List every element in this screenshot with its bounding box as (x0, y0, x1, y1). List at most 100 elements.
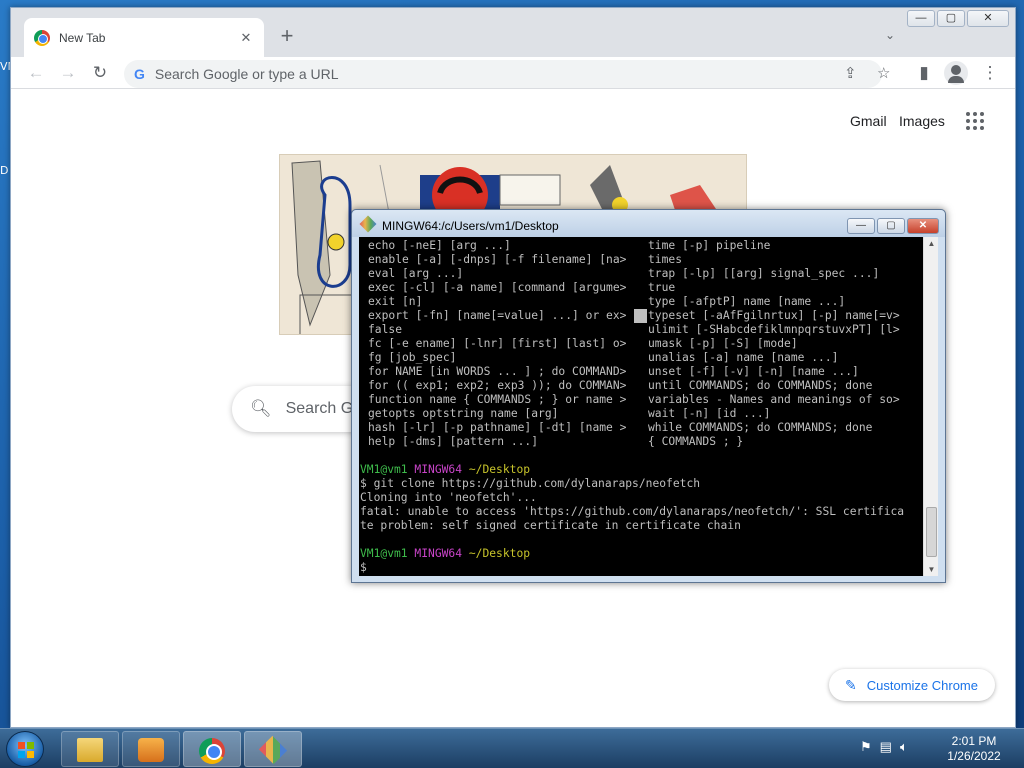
share-icon[interactable]: ⇪ (844, 64, 857, 82)
forward-icon[interactable]: → (57, 62, 79, 84)
scroll-up-icon[interactable]: ▲ (924, 239, 939, 248)
help-entry: type [-afptP] name [name ...] (648, 295, 846, 308)
help-right-column: time [-p] pipeline times trap [-lp] [[arg]… (648, 239, 900, 449)
help-entry: times (648, 253, 683, 266)
output-line: fatal: unable to access 'https://github.… (360, 505, 905, 518)
scrollbar-thumb[interactable] (926, 507, 937, 557)
maximize-button[interactable]: ▢ (937, 10, 965, 27)
google-apps-icon[interactable] (966, 112, 984, 130)
address-bar-placeholder: Search Google or type a URL (154, 66, 339, 82)
help-entry: unset [-f] [-v] [-n] [name ...] (648, 365, 859, 378)
taskbar-clock[interactable]: 2:01 PM 1/26/2022 (936, 734, 1012, 764)
minimize-button[interactable]: — (907, 10, 935, 27)
terminal-screen[interactable]: echo [-neE] [arg ...] enable [-a] [-dnps]… (359, 237, 928, 576)
terminal-window-controls: — ▢ ✕ (847, 218, 939, 234)
help-entry: trap [-lp] [[arg] signal_spec ...] (648, 267, 880, 280)
help-entry: while COMMANDS; do COMMANDS; done (648, 421, 873, 434)
help-entry: time [-p] pipeline (648, 239, 771, 252)
new-tab-button[interactable]: + (275, 24, 299, 48)
terminal-cursor-block (634, 309, 647, 323)
taskbar-explorer[interactable] (61, 731, 119, 767)
volume-icon[interactable]: 🔈︎ (900, 739, 908, 755)
help-entry: hash [-lr] [-p pathname] [-dt] [name > (368, 421, 627, 434)
chrome-icon (199, 738, 225, 764)
help-entry: ulimit [-SHabcdefiklmnpqrstuvxPT] [l> (648, 323, 900, 336)
clock-date: 1/26/2022 (947, 749, 1001, 763)
start-button[interactable] (6, 731, 44, 767)
network-icon[interactable]: ▤ (880, 739, 892, 755)
terminal-close-button[interactable]: ✕ (907, 218, 939, 234)
address-bar[interactable]: G Search Google or type a URL ⇪ ☆ (124, 60, 890, 88)
prompt-dir: ~/Desktop (468, 463, 531, 476)
tab-close-icon[interactable]: ✕ (238, 30, 254, 46)
side-panel-icon[interactable]: ▮ (913, 62, 935, 84)
help-entry: unalias [-a] name [name ...] (648, 351, 839, 364)
help-entry: until COMMANDS; do COMMANDS; done (648, 379, 873, 392)
help-entry: getopts optstring name [arg] (368, 407, 559, 420)
pencil-icon: ✎ (845, 676, 857, 693)
help-entry: true (648, 281, 676, 294)
terminal-title: MINGW64:/c/Users/vm1/Desktop (382, 219, 559, 233)
help-entry: echo [-neE] [arg ...] (368, 239, 511, 252)
desktop-icon-label[interactable]: D (0, 164, 8, 177)
action-center-flag-icon[interactable]: ⚑ (860, 739, 872, 755)
clock-time: 2:01 PM (951, 734, 997, 748)
terminal-scrollbar[interactable]: ▲ ▼ (923, 237, 938, 576)
bookmark-star-icon[interactable]: ☆ (877, 64, 890, 82)
git-bash-icon (258, 735, 288, 765)
folder-icon (77, 738, 103, 762)
taskbar: ⚑ ▤ 🔈︎ 2:01 PM 1/26/2022 (0, 728, 1024, 768)
help-entry: fc [-e ename] [-lnr] [first] [last] o> (368, 337, 627, 350)
tab-search-chevron-icon[interactable]: ⌄ (885, 28, 895, 42)
help-entry: function name { COMMANDS ; } or name > (368, 393, 627, 406)
images-link[interactable]: Images (899, 113, 945, 129)
search-icon: 🔍︎ (250, 399, 272, 418)
help-entry: help [-dms] [pattern ...] (368, 435, 539, 448)
help-entry: for NAME [in WORDS ... ] ; do COMMAND> (368, 365, 627, 378)
terminal-title-bar[interactable]: MINGW64:/c/Users/vm1/Desktop — ▢ ✕ (352, 210, 945, 237)
window-controls: — ▢ ✕ (907, 10, 1009, 27)
help-entry: wait [-n] [id ...] (648, 407, 771, 420)
output-line: Cloning into 'neofetch'... (360, 491, 537, 504)
prompt-line: VM1@vm1 MINGW64 ~/Desktop (360, 463, 530, 477)
gmail-link[interactable]: Gmail (850, 113, 887, 129)
close-button[interactable]: ✕ (967, 10, 1009, 27)
back-icon[interactable]: ← (25, 62, 47, 84)
windows-logo-icon (18, 742, 34, 758)
prompt-symbol: $ (360, 561, 367, 574)
taskbar-git-bash[interactable] (244, 731, 302, 767)
help-entry: enable [-a] [-dnps] [-f filename] [na> (368, 253, 627, 266)
git-bash-icon (359, 215, 377, 233)
customize-chrome-button[interactable]: ✎ Customize Chrome (829, 669, 995, 701)
tab-new-tab[interactable]: New Tab ✕ (24, 18, 264, 57)
help-entry: fg [job_spec] (368, 351, 457, 364)
chrome-favicon-icon (34, 29, 50, 46)
prompt-line: VM1@vm1 MINGW64 ~/Desktop (360, 547, 530, 561)
mintty-terminal-window[interactable]: MINGW64:/c/Users/vm1/Desktop — ▢ ✕ echo … (351, 209, 946, 583)
google-g-icon: G (134, 66, 145, 82)
customize-chrome-label: Customize Chrome (866, 677, 978, 693)
help-entry: eval [arg ...] (368, 267, 464, 280)
terminal-minimize-button[interactable]: — (847, 218, 875, 234)
tab-strip: New Tab ✕ + ⌄ — ▢ ✕ (11, 8, 1015, 57)
input-prompt[interactable]: $ (360, 561, 367, 575)
prompt-env: MINGW64 (414, 463, 463, 476)
prompt-env: MINGW64 (414, 547, 463, 560)
reload-icon[interactable]: ↻ (89, 62, 111, 84)
prompt-dir: ~/Desktop (468, 547, 531, 560)
taskbar-chrome[interactable] (183, 731, 241, 767)
help-entry: export [-fn] [name[=value] ...] or ex> (368, 309, 627, 322)
scroll-down-icon[interactable]: ▼ (924, 565, 939, 574)
help-entry: umask [-p] [-S] [mode] (648, 337, 798, 350)
help-entry: false (368, 323, 403, 336)
browser-toolbar: ← → ↻ G Search Google or type a URL ⇪ ☆ … (11, 57, 1015, 89)
profile-avatar-icon[interactable] (944, 61, 968, 85)
help-entry: typeset [-aAfFgilnrtux] [-p] name[=v> (648, 309, 900, 322)
menu-kebab-icon[interactable]: ⋮ (979, 62, 1001, 84)
tab-title: New Tab (59, 30, 106, 45)
help-entry: exit [n] (368, 295, 423, 308)
terminal-maximize-button[interactable]: ▢ (877, 218, 905, 234)
help-left-column: echo [-neE] [arg ...] enable [-a] [-dnps]… (368, 239, 626, 449)
taskbar-media-player[interactable] (122, 731, 180, 767)
help-entry: { COMMANDS ; } (648, 435, 744, 448)
